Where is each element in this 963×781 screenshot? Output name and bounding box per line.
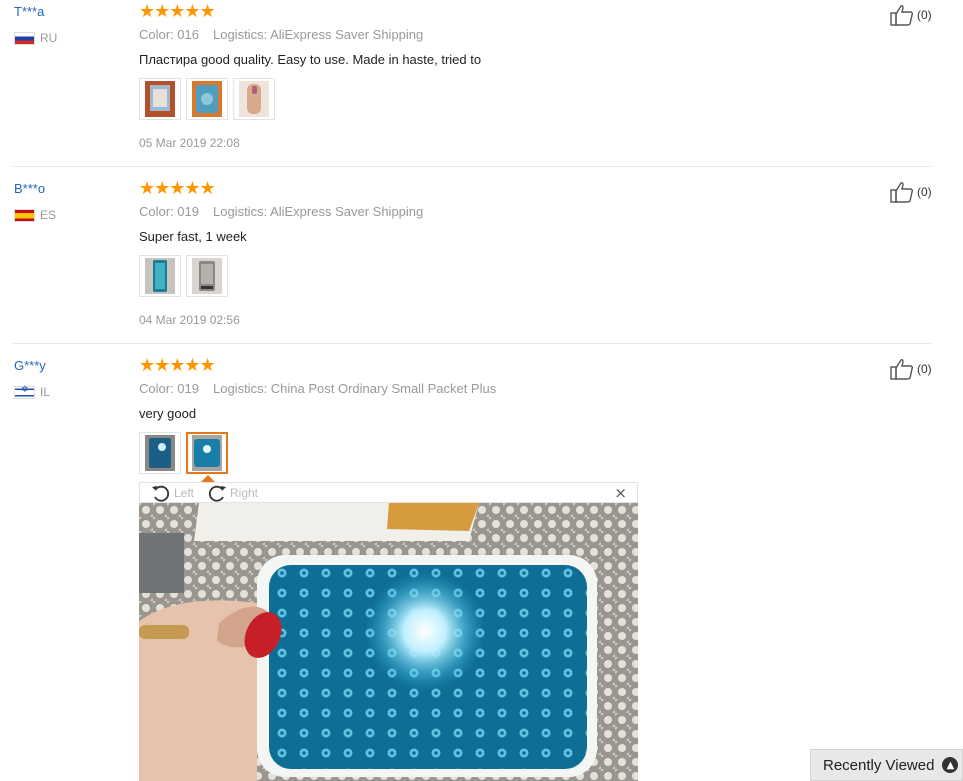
close-icon[interactable]: × [614,484,627,502]
rotate-left-icon [152,485,170,502]
photo-thumbnail-image [192,258,222,294]
flag-icon [14,31,35,45]
country-code: RU [40,31,58,45]
like-button[interactable]: (0) [890,181,932,203]
photo-thumbnail-image [239,81,269,117]
like-count: (0) [917,362,932,376]
recently-viewed-label: Recently Viewed [823,756,935,774]
star-rating: ★★★★★ [139,178,216,199]
review-text: Пластира good quality. Easy to use. Made… [139,52,482,67]
photo-thumbnail-image [145,258,175,294]
review-date: 05 Mar 2019 22:08 [139,136,240,150]
reviewer-country: ES [14,208,56,222]
reviewer-name[interactable]: B***o [14,181,45,196]
review-date: 04 Mar 2019 02:56 [139,313,240,327]
review-photo-thumbnail[interactable] [139,78,181,120]
star-rating: ★★★★★ [139,355,216,376]
rotate-right-label: Right [230,486,259,500]
review-divider [12,166,932,167]
review-photos [139,432,228,474]
review-photo-thumbnail[interactable] [186,255,228,297]
like-count: (0) [917,185,932,199]
photo-thumbnail-image [192,435,222,471]
flag-icon [14,385,35,399]
star-rating: ★★★★★ [139,1,216,22]
review-logistics: Logistics: AliExpress Saver Shipping [212,27,424,42]
photo-thumbnail-image [145,81,175,117]
review-logistics: Logistics: AliExpress Saver Shipping [212,204,424,219]
review-photo-thumbnail-selected[interactable] [186,432,228,474]
rotate-left-label: Left [174,486,195,500]
review-photo-large [139,503,638,781]
review-photo-image [139,503,638,781]
photo-thumbnail-image [192,81,222,117]
review-meta: Color: 016 Logistics: AliExpress Saver Sh… [139,27,423,42]
review-text: very good [139,406,197,421]
photo-thumbnail-image [145,435,175,471]
review-color: Color: 019 [139,204,199,219]
review-text: Super fast, 1 week [139,229,247,244]
reviewer-country: IL [14,385,50,399]
country-code: ES [40,208,57,222]
thumbs-up-icon [890,182,914,203]
review-photos [139,255,228,297]
thumbs-up-icon [890,359,914,380]
like-button[interactable]: (0) [890,4,932,26]
recently-viewed-button[interactable]: Recently Viewed ▲ [810,749,963,781]
review-logistics: Logistics: China Post Ordinary Small Pac… [212,381,497,396]
reviewer-name[interactable]: G***y [14,358,46,373]
rotate-right-icon [208,485,226,502]
like-button[interactable]: (0) [890,358,932,380]
review-photo-thumbnail[interactable] [139,255,181,297]
review-photo-thumbnail[interactable] [233,78,275,120]
country-code: IL [40,385,51,399]
review-meta: Color: 019 Logistics: AliExpress Saver Sh… [139,204,423,219]
review-photo-thumbnail[interactable] [139,432,181,474]
review-meta: Color: 019 Logistics: China Post Ordinary… [139,381,496,396]
review-color: Color: 019 [139,381,199,396]
reviewer-name[interactable]: T***a [14,4,44,19]
review-divider [12,343,932,344]
rotate-right-button[interactable]: Right [206,483,258,503]
review-color: Color: 016 [139,27,199,42]
thumbs-up-icon [890,5,914,26]
viewer-pointer [201,475,215,482]
flag-icon [14,208,35,222]
review-photos [139,78,275,120]
rotate-left-button[interactable]: Left [150,483,194,503]
review-photo-thumbnail[interactable] [186,78,228,120]
reviewer-country: RU [14,31,57,45]
like-count: (0) [917,8,932,22]
chevron-up-icon: ▲ [942,757,959,773]
photo-viewer-toolbar: Left Right × [139,482,638,503]
